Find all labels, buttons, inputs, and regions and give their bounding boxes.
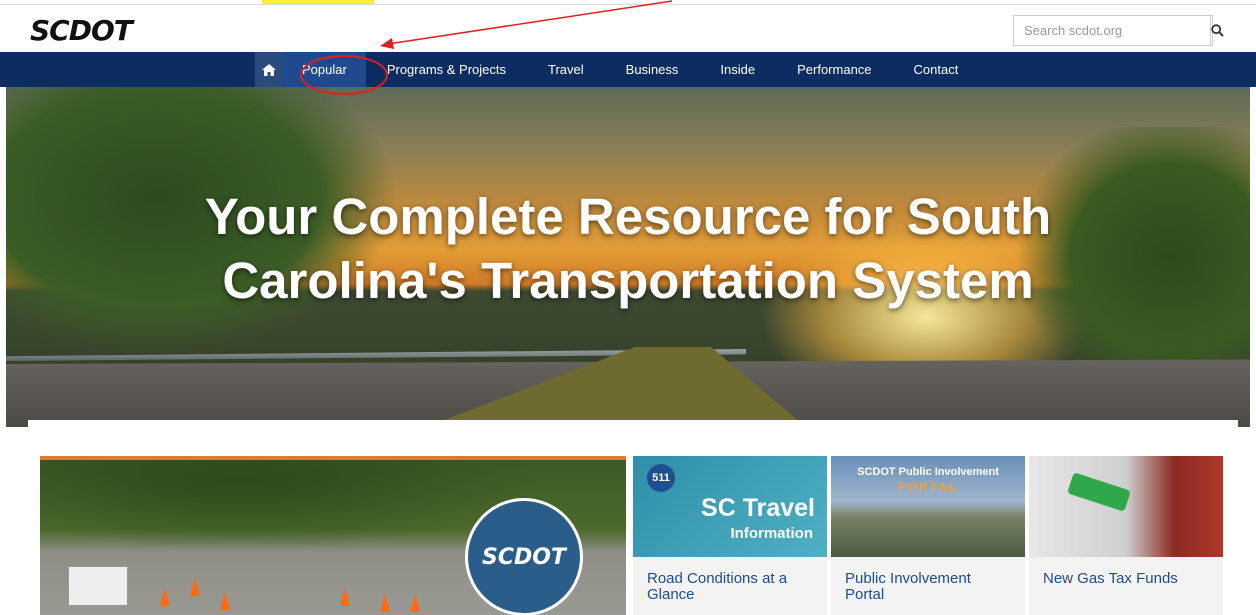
- search-box: [1013, 15, 1224, 46]
- card-label[interactable]: New Gas Tax Funds: [1029, 557, 1223, 587]
- nav-item-performance[interactable]: Performance: [776, 52, 892, 87]
- content-panel: SCDOT 511 SC Travel Information Road Con…: [28, 420, 1238, 615]
- hero-banner: Your Complete Resource for South Carolin…: [6, 87, 1250, 427]
- nav-item-business[interactable]: Business: [605, 52, 700, 87]
- nav-item-travel[interactable]: Travel: [527, 52, 605, 87]
- badge-511: 511: [647, 464, 675, 492]
- nav-item-inside[interactable]: Inside: [699, 52, 776, 87]
- card-label[interactable]: Road Conditions at a Glance: [633, 557, 827, 603]
- traffic-cone: [190, 578, 200, 596]
- hero-title: Your Complete Resource for South Carolin…: [6, 185, 1250, 313]
- work-zone-feature-image[interactable]: SCDOT: [40, 456, 626, 615]
- traffic-cone: [410, 594, 420, 612]
- home-icon: [262, 63, 276, 76]
- seal-text: SCDOT: [482, 544, 566, 570]
- traffic-cone: [380, 594, 390, 612]
- card-label[interactable]: Public Involvement Portal: [831, 557, 1025, 603]
- hero-title-line-2: Carolina's Transportation System: [222, 252, 1034, 309]
- fuel-nozzle: [1067, 472, 1131, 512]
- card-road-conditions[interactable]: 511 SC Travel Information Road Condition…: [633, 456, 827, 615]
- scdot-safety-seal: SCDOT: [465, 498, 583, 615]
- nav-home-button[interactable]: [255, 52, 283, 87]
- thumb-subtitle: PORTAL: [897, 480, 959, 494]
- thumb-title: SCDOT Public Involvement: [857, 466, 999, 478]
- traffic-cone: [220, 592, 230, 610]
- public-involvement-thumbnail: SCDOT Public Involvement PORTAL: [831, 456, 1025, 557]
- top-divider: [0, 4, 1256, 5]
- traffic-cone: [160, 588, 170, 606]
- sc-travel-thumbnail: 511 SC Travel Information: [633, 456, 827, 557]
- scdot-logo[interactable]: SCDOT: [30, 14, 133, 47]
- card-public-involvement[interactable]: SCDOT Public Involvement PORTAL Public I…: [831, 456, 1025, 615]
- search-button[interactable]: [1210, 16, 1224, 45]
- traffic-cone: [340, 588, 350, 606]
- nav-item-popular[interactable]: Popular: [283, 52, 366, 87]
- hero-title-line-1: Your Complete Resource for South: [204, 188, 1052, 245]
- thumb-title: SC Travel: [701, 494, 815, 522]
- work-truck: [68, 566, 128, 606]
- card-gas-tax[interactable]: New Gas Tax Funds: [1029, 456, 1223, 615]
- nav-item-programs-projects[interactable]: Programs & Projects: [366, 52, 527, 87]
- thumb-subtitle: Information: [730, 525, 814, 542]
- nav-item-contact[interactable]: Contact: [893, 52, 980, 87]
- search-input[interactable]: [1014, 16, 1210, 45]
- gas-pump-thumbnail: [1029, 456, 1223, 557]
- main-nav: Popular Programs & Projects Travel Busin…: [0, 52, 1256, 87]
- search-icon: [1211, 24, 1224, 37]
